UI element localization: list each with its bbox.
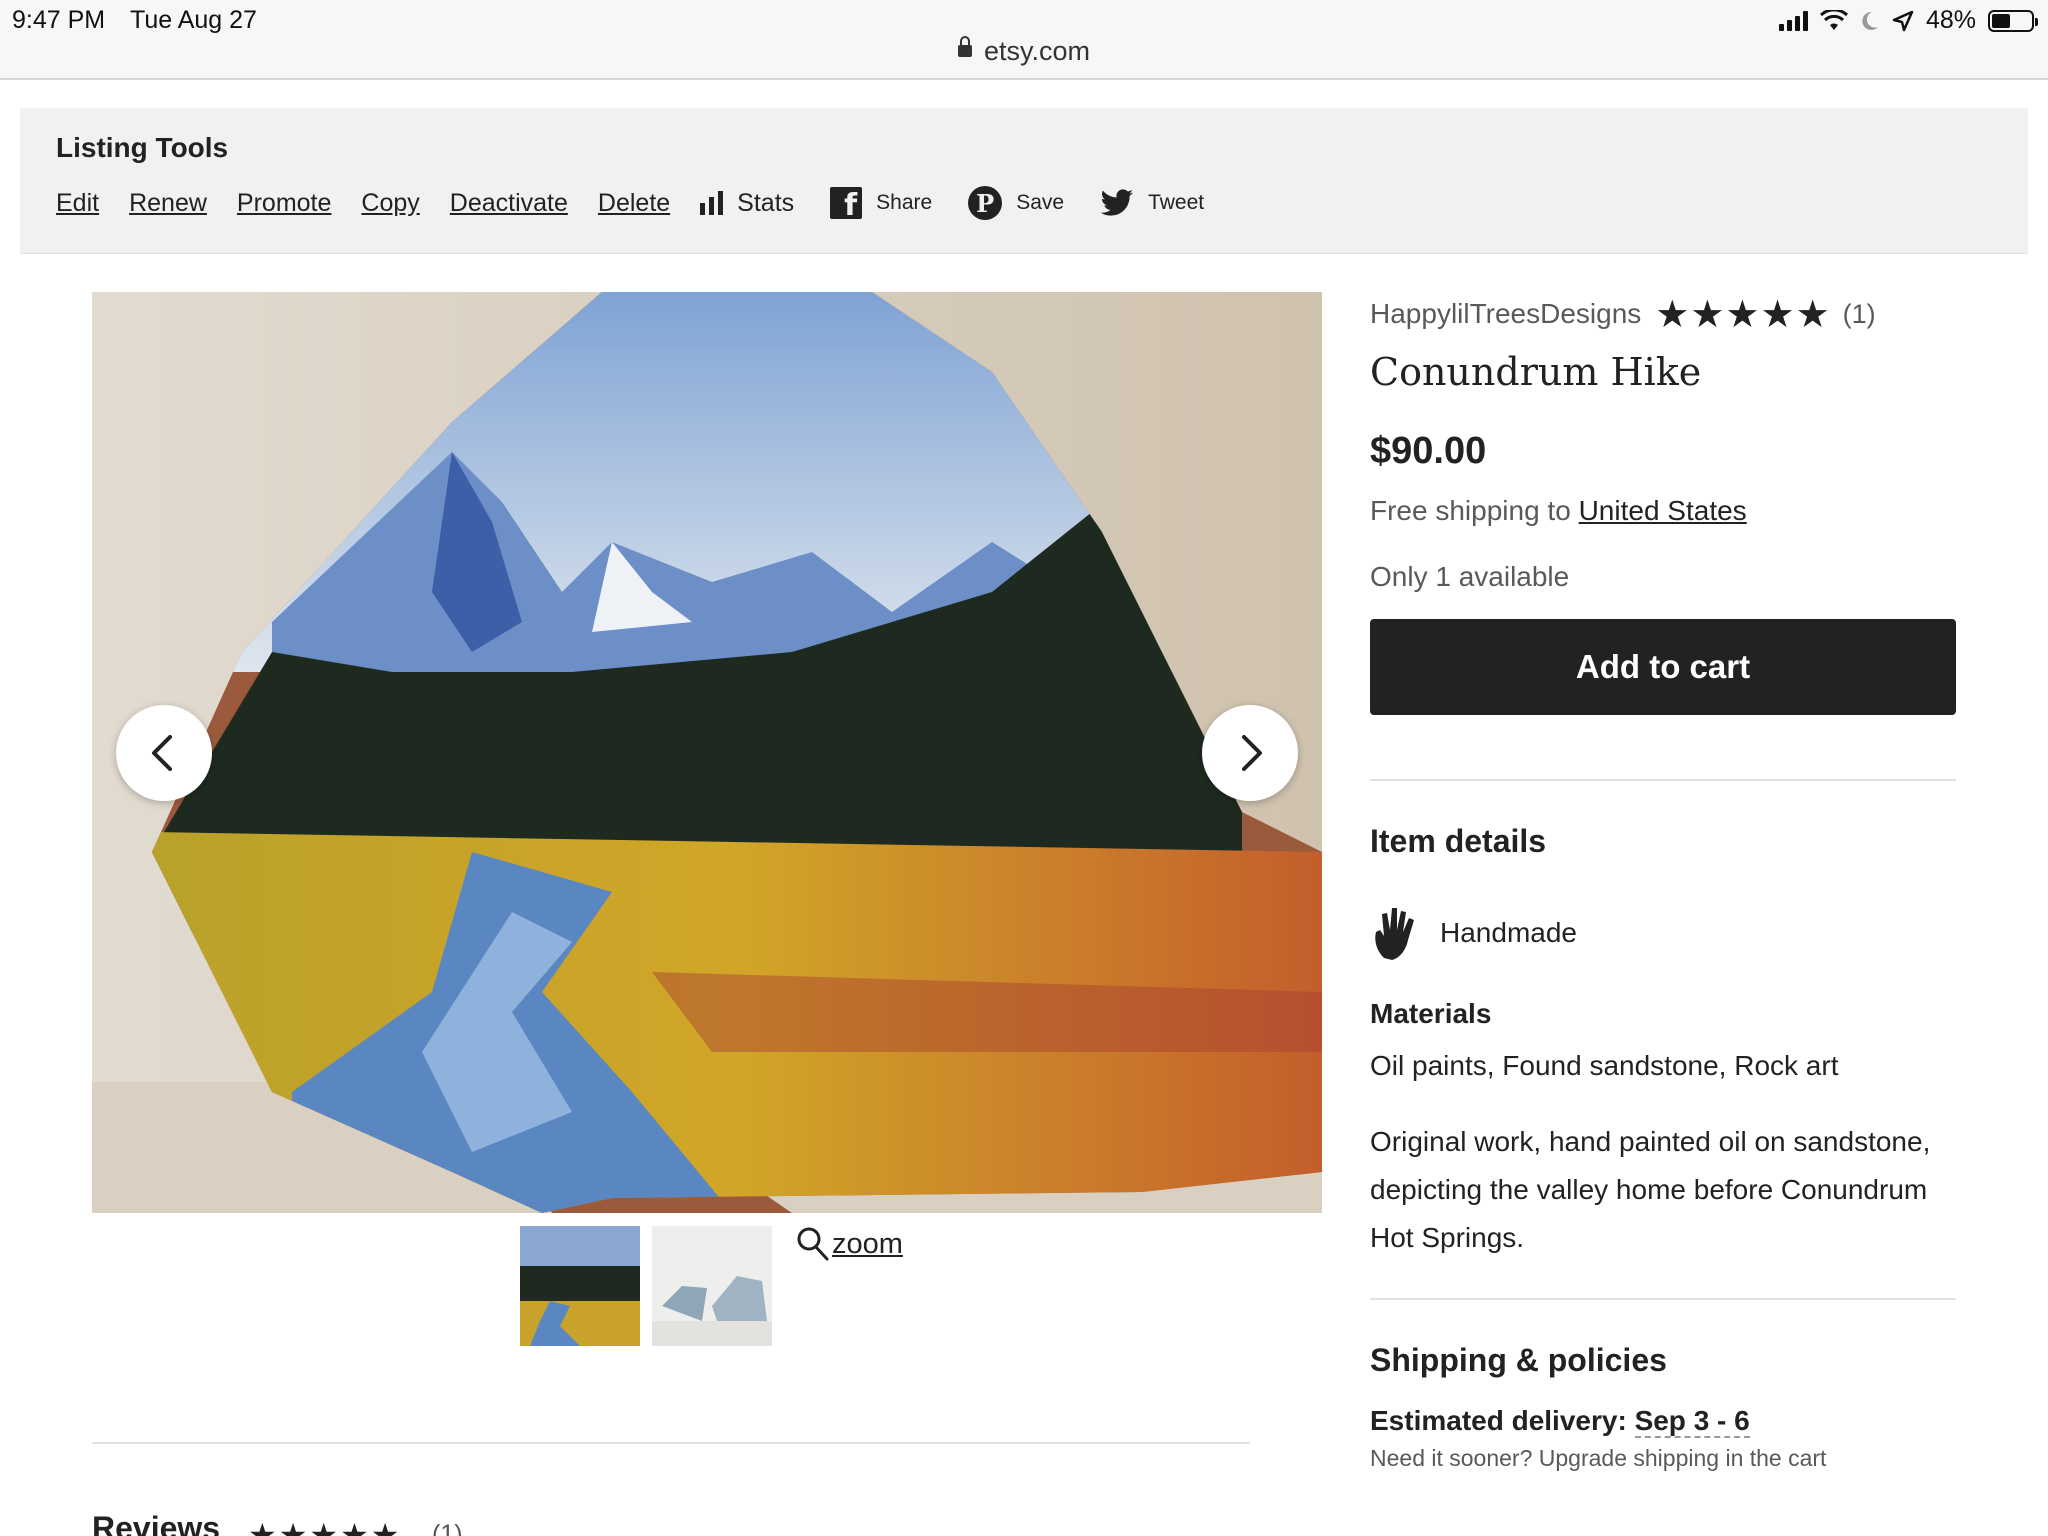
reviews-count: (1) [432, 1520, 463, 1536]
delivery-label: Estimated delivery: [1370, 1405, 1627, 1436]
wifi-icon [1819, 9, 1848, 30]
shipping-line: Free shipping to United States [1370, 495, 1956, 527]
stats-label: Stats [737, 188, 795, 217]
stats-button[interactable]: Stats [700, 189, 794, 218]
zoom-link[interactable]: zoom [796, 1226, 903, 1262]
pinterest-icon: P [968, 186, 1003, 220]
listing-main-image[interactable] [92, 292, 1322, 1213]
thumbnail-image [520, 1226, 640, 1346]
thumbnail-strip [518, 1224, 772, 1348]
divider [1370, 1298, 1956, 1300]
twitter-tweet-button[interactable]: Tweet [1100, 189, 1204, 217]
url-text: etsy.com [983, 36, 1091, 66]
previous-image-button[interactable] [116, 705, 212, 801]
item-details-heading[interactable]: Item details [1370, 823, 1956, 860]
deactivate-link[interactable]: Deactivate [450, 189, 568, 218]
shipping-country-link[interactable]: United States [1579, 495, 1747, 526]
shop-name-link[interactable]: HappylilTreesDesigns [1370, 298, 1641, 330]
location-arrow-icon [1892, 10, 1914, 31]
next-image-button[interactable] [1202, 705, 1298, 801]
listing-tools-panel: Listing Tools Edit Renew Promote Copy De… [20, 108, 2028, 254]
save-label: Save [1016, 191, 1065, 214]
reviews-stars: ★★★★★ [248, 1517, 402, 1536]
delete-link[interactable]: Delete [598, 189, 670, 218]
materials-text: Oil paints, Found sandstone, Rock art [1370, 1050, 1839, 1081]
rating-count: (1) [1842, 298, 1876, 329]
add-to-cart-button[interactable]: Add to cart [1370, 619, 1956, 715]
ios-status-bar: 9:47 PM Tue Aug 27 48% etsy.com [0, 0, 2048, 80]
bar-chart-icon [700, 191, 724, 215]
edit-link[interactable]: Edit [56, 189, 99, 218]
battery-icon [1988, 9, 2038, 32]
thumbnail-1[interactable] [518, 1224, 642, 1348]
moon-icon [1862, 11, 1878, 30]
share-label: Share [876, 191, 933, 214]
handmade-row: Handmade [1370, 904, 1956, 962]
materials-heading: Materials [1370, 998, 1492, 1029]
facebook-share-button[interactable]: Share [830, 187, 933, 223]
copy-link[interactable]: Copy [361, 189, 419, 218]
shipping-prefix: Free shipping to [1370, 495, 1571, 526]
thumbnail-image [652, 1226, 772, 1346]
upgrade-shipping-note: Need it sooner? Upgrade shipping in the … [1370, 1445, 1827, 1471]
magnifier-icon [797, 1227, 829, 1261]
zoom-label: zoom [832, 1227, 903, 1260]
shop-row: HappylilTreesDesigns ★★★★★ (1) [1370, 292, 1956, 336]
listing-tools-actions: Edit Renew Promote Copy Deactivate Delet… [56, 186, 1240, 223]
shipping-policies-heading[interactable]: Shipping & policies [1370, 1342, 1956, 1379]
promote-link[interactable]: Promote [237, 189, 331, 218]
tweet-label: Tweet [1148, 191, 1205, 214]
status-time: 9:47 PM [12, 6, 106, 34]
listing-info-panel: HappylilTreesDesigns ★★★★★ (1) Conundrum… [1370, 292, 1956, 1472]
cellular-signal-icon [1778, 10, 1808, 31]
delivery-dates[interactable]: Sep 3 - 6 [1634, 1405, 1750, 1438]
chevron-right-icon [1242, 735, 1262, 771]
status-date: Tue Aug 27 [130, 6, 257, 34]
status-indicators: 48% [1778, 6, 2038, 35]
chevron-left-icon [152, 735, 172, 771]
address-bar[interactable]: etsy.com [0, 35, 2048, 67]
facebook-icon [830, 187, 863, 223]
reviews-heading: Reviews [92, 1510, 221, 1536]
listing-tools-title: Listing Tools [56, 132, 229, 163]
hand-icon [1375, 908, 1414, 960]
section-divider [92, 1442, 1250, 1444]
renew-link[interactable]: Renew [129, 189, 207, 218]
handmade-label: Handmade [1440, 917, 1577, 948]
listing-description: Original work, hand painted oil on sands… [1370, 1126, 1931, 1253]
painted-rock-image [92, 292, 1322, 1213]
estimated-delivery: Estimated delivery: Sep 3 - 6 [1370, 1405, 1956, 1438]
divider [1370, 779, 1956, 781]
battery-percent: 48% [1925, 6, 1976, 34]
thumbnail-2[interactable] [652, 1226, 772, 1346]
twitter-icon [1100, 189, 1134, 216]
lock-icon [957, 35, 972, 57]
listing-price: $90.00 [1370, 430, 1487, 472]
pinterest-save-button[interactable]: P Save [968, 186, 1064, 220]
listing-title: Conundrum Hike [1370, 350, 1702, 394]
rating-stars[interactable]: ★★★★★ [1655, 292, 1830, 337]
availability-text: Only 1 available [1370, 561, 1570, 592]
